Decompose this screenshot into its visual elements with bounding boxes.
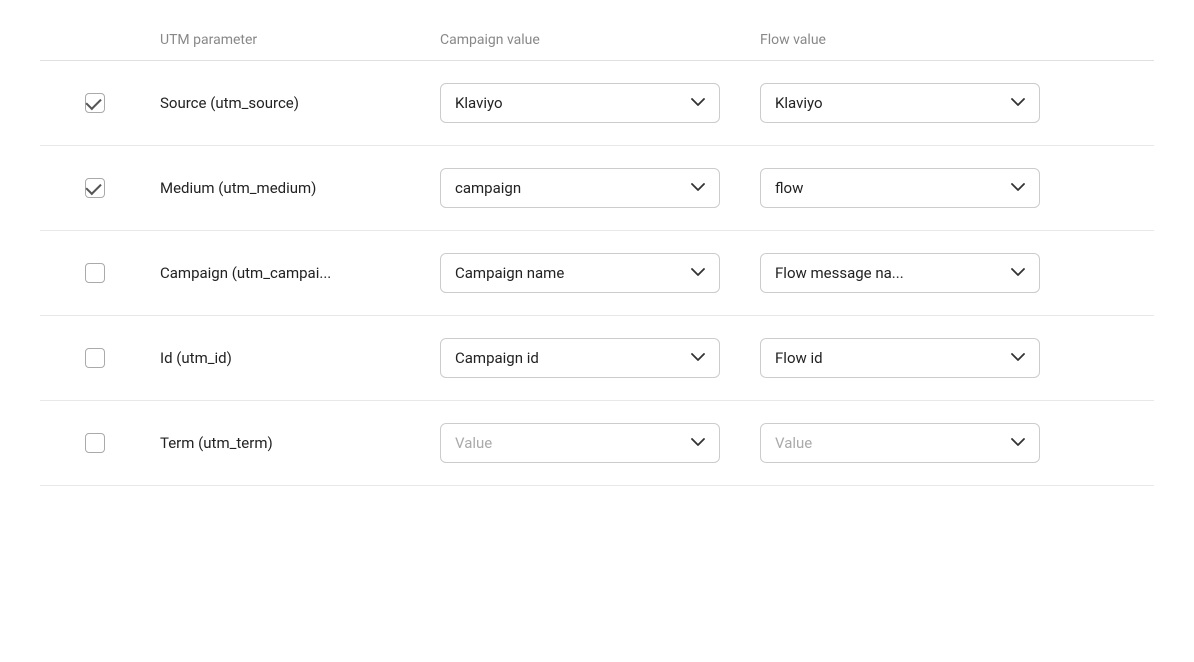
- table-row-campaign: Campaign (utm_campai... Campaign name Flow…: [40, 231, 1154, 316]
- flow-col-campaign: Flow message na...: [760, 253, 1080, 293]
- flow-dropdown-value-medium: flow: [775, 179, 803, 197]
- campaign-dropdown-medium[interactable]: campaign: [440, 168, 720, 208]
- campaign-dropdown-source[interactable]: Klaviyo: [440, 83, 720, 123]
- flow-chevron-icon-term: [1011, 436, 1025, 450]
- flow-dropdown-medium[interactable]: flow: [760, 168, 1040, 208]
- flow-dropdown-campaign[interactable]: Flow message na...: [760, 253, 1040, 293]
- campaign-dropdown-value-campaign: Campaign name: [455, 264, 564, 282]
- param-label-campaign: Campaign (utm_campai...: [160, 264, 440, 282]
- campaign-dropdown-campaign[interactable]: Campaign name: [440, 253, 720, 293]
- campaign-chevron-icon-campaign: [691, 266, 705, 280]
- checkbox-cell-medium: [40, 178, 160, 198]
- checkbox-cell-campaign: [40, 263, 160, 283]
- table-row-term: Term (utm_term) Value Value: [40, 401, 1154, 486]
- campaign-dropdown-term[interactable]: Value: [440, 423, 720, 463]
- campaign-dropdown-value-medium: campaign: [455, 179, 521, 197]
- campaign-col-term: Value: [440, 423, 760, 463]
- checkbox-source[interactable]: [85, 93, 105, 113]
- campaign-dropdown-value-id: Campaign id: [455, 349, 539, 367]
- param-label-source: Source (utm_source): [160, 94, 440, 112]
- flow-dropdown-value-term: Value: [775, 434, 812, 452]
- campaign-chevron-icon-medium: [691, 181, 705, 195]
- flow-dropdown-value-campaign: Flow message na...: [775, 264, 904, 282]
- campaign-dropdown-value-term: Value: [455, 434, 492, 452]
- param-label-medium: Medium (utm_medium): [160, 179, 440, 197]
- header-utm-param: UTM parameter: [160, 32, 440, 48]
- campaign-chevron-icon-id: [691, 351, 705, 365]
- campaign-dropdown-id[interactable]: Campaign id: [440, 338, 720, 378]
- table-body: Source (utm_source) Klaviyo Klaviyo Medium …: [40, 61, 1154, 486]
- checkbox-cell-id: [40, 348, 160, 368]
- table-row-id: Id (utm_id) Campaign id Flow id: [40, 316, 1154, 401]
- flow-dropdown-id[interactable]: Flow id: [760, 338, 1040, 378]
- flow-dropdown-source[interactable]: Klaviyo: [760, 83, 1040, 123]
- campaign-col-campaign: Campaign name: [440, 253, 760, 293]
- table-header: UTM parameter Campaign value Flow value: [40, 20, 1154, 61]
- checkbox-campaign[interactable]: [85, 263, 105, 283]
- campaign-chevron-icon-source: [691, 96, 705, 110]
- flow-chevron-icon-id: [1011, 351, 1025, 365]
- flow-col-medium: flow: [760, 168, 1080, 208]
- flow-col-source: Klaviyo: [760, 83, 1080, 123]
- header-flow-value: Flow value: [760, 32, 1080, 48]
- campaign-chevron-icon-term: [691, 436, 705, 450]
- checkbox-id[interactable]: [85, 348, 105, 368]
- flow-dropdown-term[interactable]: Value: [760, 423, 1040, 463]
- flow-chevron-icon-source: [1011, 96, 1025, 110]
- flow-col-id: Flow id: [760, 338, 1080, 378]
- checkbox-cell-term: [40, 433, 160, 453]
- campaign-col-medium: campaign: [440, 168, 760, 208]
- param-label-term: Term (utm_term): [160, 434, 440, 452]
- campaign-col-id: Campaign id: [440, 338, 760, 378]
- header-checkbox-spacer: [40, 32, 160, 48]
- campaign-col-source: Klaviyo: [440, 83, 760, 123]
- campaign-dropdown-value-source: Klaviyo: [455, 94, 503, 112]
- header-campaign-value: Campaign value: [440, 32, 760, 48]
- table-row-medium: Medium (utm_medium) campaign flow: [40, 146, 1154, 231]
- checkbox-medium[interactable]: [85, 178, 105, 198]
- flow-dropdown-value-id: Flow id: [775, 349, 823, 367]
- flow-chevron-icon-medium: [1011, 181, 1025, 195]
- checkbox-term[interactable]: [85, 433, 105, 453]
- param-label-id: Id (utm_id): [160, 349, 440, 367]
- flow-chevron-icon-campaign: [1011, 266, 1025, 280]
- flow-col-term: Value: [760, 423, 1080, 463]
- checkbox-cell-source: [40, 93, 160, 113]
- table-row-source: Source (utm_source) Klaviyo Klaviyo: [40, 61, 1154, 146]
- flow-dropdown-value-source: Klaviyo: [775, 94, 823, 112]
- utm-table: UTM parameter Campaign value Flow value …: [0, 0, 1194, 506]
